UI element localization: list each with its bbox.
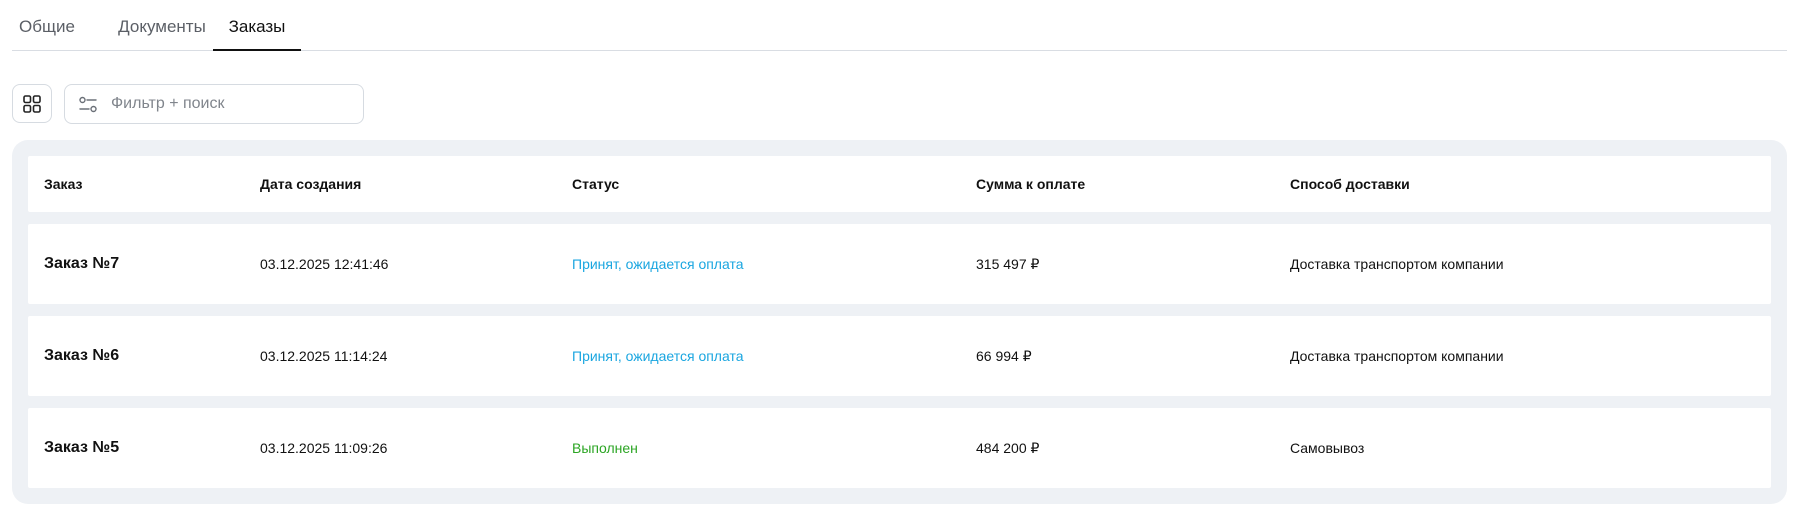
order-date: 03.12.2025 11:09:26: [260, 440, 388, 456]
order-number[interactable]: Заказ №5: [44, 408, 119, 488]
order-status: Выполнен: [572, 440, 638, 456]
tab-general[interactable]: Общие: [12, 0, 82, 51]
column-header-date: Дата создания: [260, 176, 362, 192]
filter-icon: [79, 96, 97, 113]
order-amount: 484 200 ₽: [976, 439, 1040, 456]
order-status: Принят, ожидается оплата: [572, 256, 744, 272]
column-header-amount: Сумма к оплате: [976, 176, 1086, 192]
column-header-status: Статус: [572, 176, 620, 192]
order-delivery: Доставка транспортом компании: [1290, 256, 1504, 272]
orders-table: Заказ Дата создания Статус Сумма к оплат…: [12, 140, 1787, 504]
order-number[interactable]: Заказ №6: [44, 316, 119, 396]
order-date: 03.12.2025 12:41:46: [260, 256, 389, 272]
table-row[interactable]: Заказ №7 03.12.2025 12:41:46 Принят, ожи…: [28, 224, 1771, 304]
filter-search-box[interactable]: [64, 84, 364, 124]
table-header-row: Заказ Дата создания Статус Сумма к оплат…: [28, 156, 1771, 212]
order-delivery: Самовывоз: [1290, 440, 1365, 456]
search-input[interactable]: [111, 85, 351, 123]
order-number[interactable]: Заказ №7: [44, 224, 119, 304]
order-amount: 66 994 ₽: [976, 347, 1032, 364]
table-row[interactable]: Заказ №5 03.12.2025 11:09:26 Выполнен 48…: [28, 408, 1771, 488]
order-date: 03.12.2025 11:14:24: [260, 348, 388, 364]
table-row[interactable]: Заказ №6 03.12.2025 11:14:24 Принят, ожи…: [28, 316, 1771, 396]
order-status: Принят, ожидается оплата: [572, 348, 744, 364]
tab-bar: Общие Документы Заказы: [12, 0, 1787, 51]
grid-view-button[interactable]: [12, 84, 52, 123]
orders-page: Общие Документы Заказы Заказ Дата создан…: [0, 0, 1798, 515]
column-header-delivery: Способ доставки: [1290, 176, 1410, 192]
column-header-order: Заказ: [44, 176, 83, 192]
order-amount: 315 497 ₽: [976, 255, 1040, 272]
order-delivery: Доставка транспортом компании: [1290, 348, 1504, 364]
grid-icon: [23, 94, 41, 113]
tab-orders[interactable]: Заказы: [213, 0, 301, 51]
tab-documents[interactable]: Документы: [98, 0, 226, 51]
